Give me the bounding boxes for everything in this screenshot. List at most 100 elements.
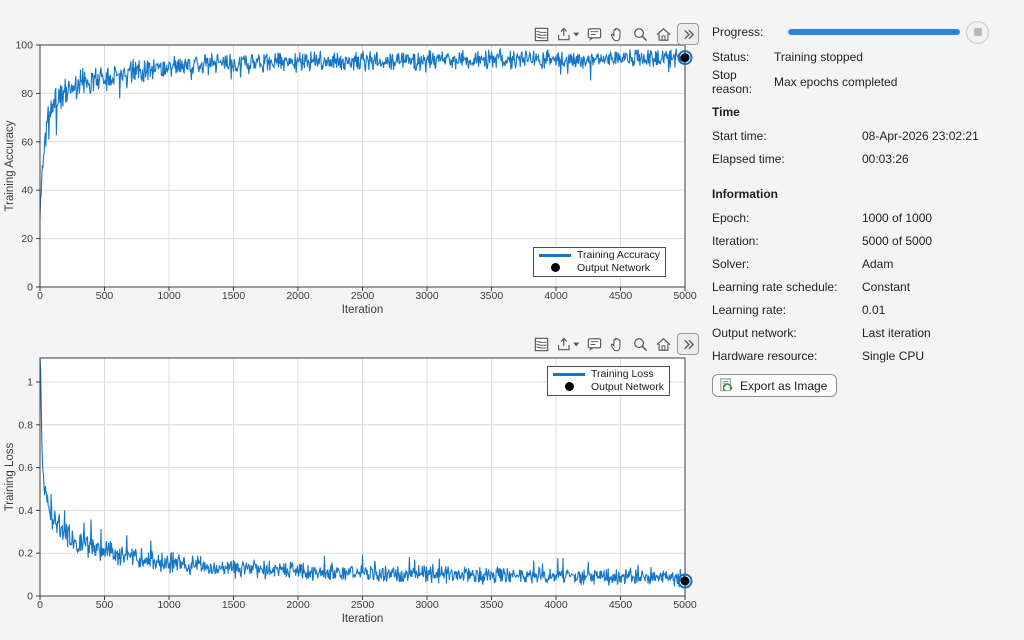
pan-icon[interactable] [608,334,627,355]
legend-line-sample [538,254,572,257]
brush-icon[interactable] [532,334,551,355]
x-tick-label: 3000 [415,290,439,302]
line-swatch [539,254,571,257]
legend-item: Training Loss [552,368,664,381]
stop-reason-label: Stop reason: [712,68,774,96]
zoom-icon[interactable] [631,334,650,355]
stop-icon [974,28,982,36]
info-value: 0.01 [862,303,885,317]
datatips-icon[interactable] [585,334,604,355]
legend-label: Output Network [591,381,664,394]
info-value: Last iteration [862,326,931,340]
export-icon[interactable] [555,24,581,45]
x-tick-label: 2500 [351,290,375,302]
zoom-icon[interactable] [631,24,650,45]
y-tick-label: 0.8 [18,419,33,431]
y-tick-label: 60 [21,136,33,148]
stop-reason-value: Max epochs completed [774,75,897,89]
x-tick-label: 0 [37,599,43,611]
status-value: Training stopped [774,50,863,64]
training-progress-window: 0500100015002000250030003500400045005000… [0,0,1024,640]
status-row: Status: Training stopped [712,44,1014,69]
legend-label: Training Accuracy [577,249,660,262]
y-axis-label: Training Loss [4,442,16,511]
legend-dot-sample [538,263,572,272]
results-panel: Progress: Status: Training stopped Stop … [712,20,1014,397]
expand-panel-icon[interactable] [677,23,699,45]
x-tick-label: 4000 [544,599,568,611]
y-tick-label: 1 [27,376,33,388]
chart-training-accuracy: 0500100015002000250030003500400045005000… [0,0,700,330]
x-tick-label: 4500 [609,290,633,302]
stop-reason-row: Stop reason: Max epochs completed [712,69,1014,94]
info-value: Constant [862,280,910,294]
x-tick-label: 5000 [673,599,697,611]
x-tick-label: 2000 [286,290,310,302]
progress-row: Progress: [712,20,1014,44]
info-row: Iteration:5000 of 5000 [712,229,1014,252]
x-tick-label: 2500 [351,599,375,611]
export-as-image-button[interactable]: Export as Image [712,374,837,397]
elapsed-time-label: Elapsed time: [712,152,862,166]
info-row: Learning rate:0.01 [712,298,1014,321]
information-section-heading: Information [712,182,1014,206]
y-tick-label: 80 [21,88,33,100]
x-tick-label: 1000 [157,290,181,302]
progress-label: Progress: [712,25,788,39]
info-row: Solver:Adam [712,252,1014,275]
info-value: Adam [862,257,893,271]
x-tick-label: 3000 [415,599,439,611]
line-swatch [553,373,585,376]
x-tick-label: 500 [96,290,114,302]
y-tick-label: 40 [21,185,33,197]
legend: Training AccuracyOutput Network [533,247,666,277]
x-tick-label: 2000 [286,599,310,611]
info-row: Learning rate schedule:Constant [712,275,1014,298]
y-tick-label: 0.4 [18,505,33,517]
info-value: 5000 of 5000 [862,234,932,248]
x-tick-label: 3500 [480,290,504,302]
x-axis-label: Iteration [342,304,384,316]
info-label: Hardware resource: [712,349,862,363]
legend-label: Training Loss [591,368,654,381]
progress-bar-fill [788,29,960,35]
info-row: Hardware resource:Single CPU [712,344,1014,367]
x-tick-label: 0 [37,290,43,302]
x-tick-label: 4500 [609,599,633,611]
info-label: Output network: [712,326,862,340]
x-tick-label: 4000 [544,290,568,302]
legend-item: Training Accuracy [538,249,660,262]
axes-toolbar [532,22,699,46]
x-tick-label: 1500 [222,599,246,611]
restore-view-icon[interactable] [654,24,673,45]
info-label: Learning rate schedule: [712,280,862,294]
export-icon[interactable] [555,334,581,355]
axes-toolbar [532,332,699,356]
y-axis-label: Training Accuracy [4,120,16,211]
legend-dot-sample [552,382,586,391]
info-value: Single CPU [862,349,924,363]
x-tick-label: 500 [96,599,114,611]
progress-bar [788,29,960,35]
start-time-label: Start time: [712,129,862,143]
legend-label: Output Network [577,262,650,275]
information-rows: Epoch:1000 of 1000Iteration:5000 of 5000… [712,206,1014,367]
brush-icon[interactable] [532,24,551,45]
stop-button[interactable] [966,21,989,44]
start-time-row: Start time: 08-Apr-2026 23:02:21 [712,124,1014,147]
info-row: Epoch:1000 of 1000 [712,206,1014,229]
export-as-image-label: Export as Image [740,379,827,393]
info-value: 1000 of 1000 [862,211,932,225]
y-tick-label: 20 [21,233,33,245]
expand-panel-icon[interactable] [677,333,699,355]
legend: Training LossOutput Network [547,366,670,396]
datatips-icon[interactable] [585,24,604,45]
pan-icon[interactable] [608,24,627,45]
y-tick-label: 100 [15,40,33,52]
elapsed-time-row: Elapsed time: 00:03:26 [712,147,1014,170]
restore-view-icon[interactable] [654,334,673,355]
export-image-icon [718,377,735,394]
x-axis-label: Iteration [342,613,384,625]
start-time-value: 08-Apr-2026 23:02:21 [862,129,979,143]
info-label: Learning rate: [712,303,862,317]
